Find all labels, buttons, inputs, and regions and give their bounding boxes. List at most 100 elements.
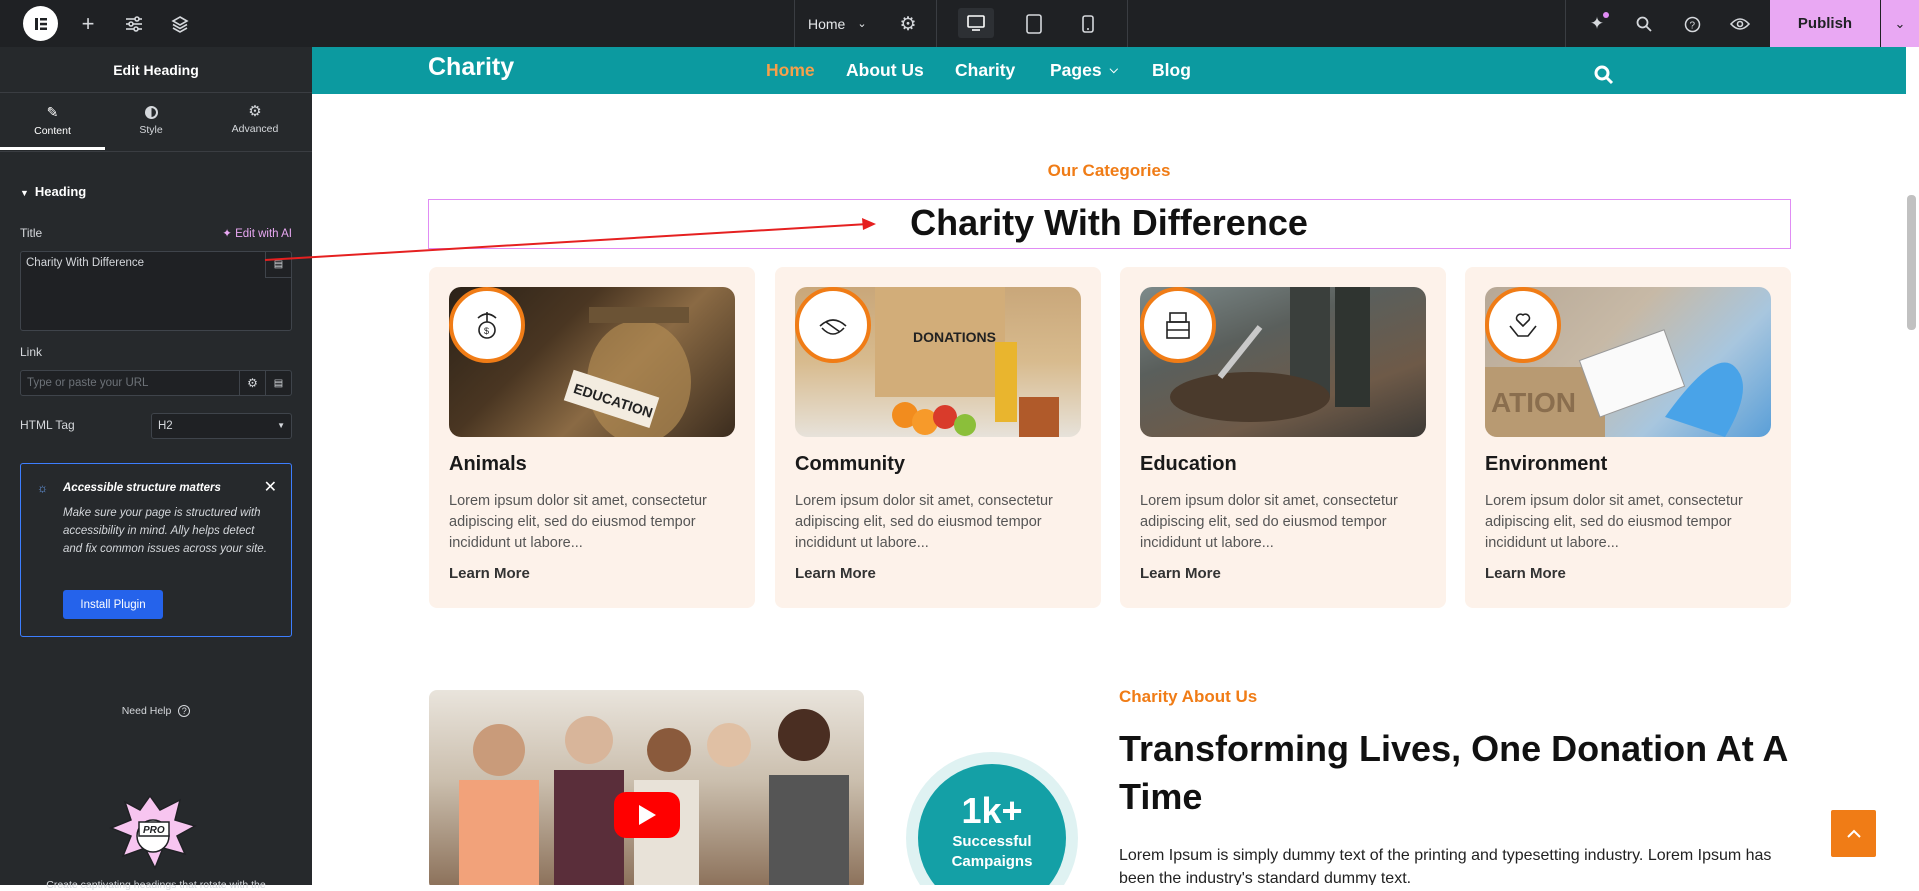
about-title: Transforming Lives, One Donation At A Ti… [1119, 728, 1788, 817]
section-heading-label: Heading [34, 184, 87, 199]
need-help-link[interactable]: Need Help ? [0, 705, 312, 717]
title-label: Title [20, 226, 43, 240]
category-card: EDUCATION $ Animals Lorem ipsum dolor si… [429, 267, 755, 608]
nav-charity[interactable]: Charity [955, 60, 1015, 81]
preview-eye-icon[interactable] [1728, 12, 1752, 36]
scroll-to-top-button[interactable] [1831, 810, 1876, 857]
donation-box-icon [1140, 287, 1216, 363]
need-help-label: Need Help [121, 705, 172, 717]
notification-dot [1603, 12, 1609, 18]
link-dynamic-tags-icon[interactable]: ▤ [265, 371, 291, 395]
contrast-icon [144, 106, 158, 119]
tab-content-label: Content [34, 125, 71, 137]
tab-advanced[interactable]: ⚙ Advanced [205, 94, 305, 150]
structure-layers-icon[interactable] [168, 12, 192, 36]
html-tag-value: H2 [158, 420, 173, 432]
card-text: Lorem ipsum dolor sit amet, consectetur … [795, 493, 1053, 551]
learn-more-link[interactable]: Learn More [1140, 565, 1221, 582]
canvas-scrollbar-thumb[interactable] [1907, 195, 1916, 330]
card-text: Lorem ipsum dolor sit amet, consectetur … [1485, 493, 1743, 551]
categories-title[interactable]: Charity With Difference [312, 202, 1906, 244]
svg-text:?: ? [1689, 20, 1695, 31]
site-settings-icon[interactable] [122, 12, 146, 36]
caret-down-icon: ▼ [20, 188, 29, 198]
promo-text: Create captivating headings that rotate … [46, 879, 266, 891]
help-icon[interactable]: ? [1680, 12, 1704, 36]
about-subtitle: Charity About Us [1119, 687, 1258, 706]
charity-hand-icon: $ [449, 287, 525, 363]
card-title: Community [795, 453, 905, 475]
tab-style[interactable]: Style [105, 94, 197, 150]
elementor-logo-icon[interactable] [23, 6, 58, 41]
site-logo[interactable]: Charity [428, 53, 514, 82]
play-video-icon[interactable] [614, 792, 680, 838]
edit-with-ai-button[interactable]: ✦ Edit with AI [222, 226, 292, 240]
notice-close-icon[interactable]: ✕ [264, 477, 277, 497]
svg-text:$: $ [484, 326, 489, 336]
publish-options-button[interactable]: ⌄ [1881, 0, 1919, 47]
image-word-ation: ATION [1491, 387, 1576, 418]
install-plugin-button[interactable]: Install Plugin [63, 590, 163, 619]
card-title: Environment [1485, 453, 1608, 475]
accessibility-notice: ☼ Accessible structure matters ✕ Make su… [20, 463, 292, 637]
nav-pages[interactable]: Pages ⌵ [1050, 60, 1118, 81]
search-icon[interactable] [1632, 12, 1656, 36]
nav-blog[interactable]: Blog [1152, 60, 1191, 81]
chevron-down-icon: ⌄ [857, 18, 867, 30]
tab-style-label: Style [139, 124, 163, 136]
page-settings-gear-icon[interactable]: ⚙ [896, 12, 920, 36]
install-plugin-label: Install Plugin [80, 598, 146, 611]
lightbulb-icon: ☼ [37, 481, 48, 495]
link-options-gear-icon[interactable]: ⚙ [239, 371, 265, 395]
learn-more-link[interactable]: Learn More [449, 565, 530, 582]
notice-title: Accessible structure matters [63, 482, 221, 494]
title-textarea[interactable]: Charity With Difference ▤ [20, 251, 292, 331]
publish-button[interactable]: Publish [1770, 0, 1880, 47]
tab-advanced-label: Advanced [231, 123, 279, 135]
chevron-down-icon: ⌄ [1894, 15, 1906, 31]
stat-number: 1k+ [961, 790, 1023, 831]
categories-subtitle: Our Categories [1047, 161, 1171, 180]
image-word-donations: DONATIONS [913, 329, 996, 345]
edit-with-ai-label: Edit with AI [235, 228, 292, 240]
notice-text: Make sure your page is structured with a… [63, 507, 267, 555]
category-card: DONATIONS Community Lorem ipsum dolor si… [775, 267, 1101, 608]
notifications-rocket-icon[interactable]: ✦ [1585, 12, 1609, 36]
gear-icon: ⚙ [248, 103, 262, 120]
food-bowl-icon [795, 287, 871, 363]
link-label: Link [20, 345, 43, 359]
nav-about-us[interactable]: About Us [846, 60, 924, 81]
chevron-down-icon: ⌵ [1109, 64, 1118, 76]
editor-top-bar: + Home ⌄ ⚙ ✦ ? Publish ⌄ [0, 0, 1919, 47]
nav-home[interactable]: Home [766, 60, 815, 81]
svg-text:PRO: PRO [143, 825, 165, 836]
nav-pages-label: Pages [1050, 60, 1102, 80]
link-input[interactable]: Type or paste your URL ⚙ ▤ [20, 370, 292, 396]
dynamic-tags-icon[interactable]: ▤ [265, 252, 291, 278]
learn-more-link[interactable]: Learn More [795, 565, 876, 582]
card-title: Education [1140, 453, 1237, 475]
desktop-view-icon[interactable] [958, 8, 994, 38]
title-textarea-value: Charity With Difference [26, 257, 145, 269]
tablet-view-icon[interactable] [1020, 10, 1048, 38]
site-search-icon[interactable] [1594, 65, 1614, 90]
tab-content[interactable]: ✎ Content [0, 94, 105, 150]
learn-more-link[interactable]: Learn More [1485, 565, 1566, 582]
panel-title: Edit Heading [0, 47, 312, 93]
site-navbar: Charity Home About Us Charity Pages ⌵ Blo… [312, 47, 1906, 94]
category-card: Education Lorem ipsum dolor sit amet, co… [1120, 267, 1446, 608]
card-text: Lorem ipsum dolor sit amet, consectetur … [449, 493, 707, 551]
about-video-thumbnail[interactable] [429, 690, 864, 885]
html-tag-label: HTML Tag [20, 418, 75, 432]
section-heading-toggle[interactable]: ▼ Heading [20, 184, 86, 199]
html-tag-select[interactable]: H2 ▼ [151, 413, 292, 439]
pencil-icon: ✎ [46, 104, 59, 120]
category-card: ATION Environment Lorem ipsum dolor sit … [1465, 267, 1791, 608]
page-select[interactable]: Home ⌄ [808, 0, 867, 47]
caret-down-icon: ▼ [277, 421, 285, 430]
card-title: Animals [449, 453, 527, 475]
add-element-icon[interactable]: + [76, 11, 100, 36]
mobile-view-icon[interactable] [1074, 10, 1102, 38]
stat-label: Successful Campaigns [951, 833, 1033, 870]
page-select-label: Home [808, 15, 846, 32]
